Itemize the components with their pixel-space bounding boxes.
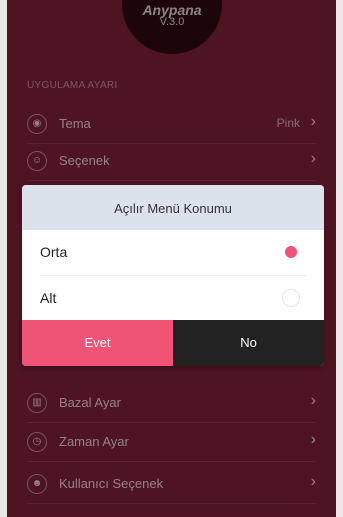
radio-unselected[interactable]	[282, 289, 300, 307]
settings-item-label: Bazal Ayar	[59, 395, 121, 410]
settings-item-secenek[interactable]: ☺ Seçenek ›	[27, 142, 316, 181]
option-label: Alt	[40, 290, 57, 306]
settings-item-label: Zaman Ayar	[59, 434, 129, 449]
settings-item-label: Kullanıcı Seçenek	[59, 476, 164, 491]
app-logo: Anypana V.3.0	[122, 0, 222, 54]
clock-icon: ◷	[27, 432, 47, 452]
eye-icon: ◉	[27, 114, 47, 134]
dialog-buttons: Evet No	[22, 320, 324, 366]
chevron-right-icon: ›	[310, 113, 316, 130]
settings-item-value: Pink	[276, 116, 300, 130]
settings-item-zaman-ayar[interactable]: ◷ Zaman Ayar ›	[27, 423, 316, 462]
menu-position-dialog: Açılır Menü Konumu Orta Alt Evet No	[22, 185, 324, 366]
section-label: UYGULAMA AYARI	[27, 80, 118, 91]
logo-text: Anypana	[142, 2, 202, 18]
settings-item-label: Tema	[59, 116, 91, 131]
settings-item-bazal-ayar[interactable]: ▥ Bazal Ayar ›	[27, 384, 316, 423]
chevron-right-icon: ›	[310, 392, 316, 409]
settings-item-tema[interactable]: ◉ Tema Pink ›	[27, 105, 316, 144]
chevron-right-icon: ›	[310, 473, 316, 490]
option-orta[interactable]: Orta	[40, 230, 306, 275]
app-version: V.3.0	[159, 16, 185, 28]
option-label: Orta	[40, 244, 68, 260]
settings-item-label: Seçenek	[59, 153, 110, 168]
chevron-right-icon: ›	[310, 431, 316, 448]
users-icon: ☺	[27, 151, 47, 171]
settings-item-kullanici-secenek[interactable]: ☻ Kullanıcı Seçenek ›	[27, 465, 316, 504]
chart-icon: ▥	[27, 393, 47, 413]
confirm-button[interactable]: Evet	[22, 320, 173, 366]
option-alt[interactable]: Alt	[40, 275, 306, 321]
radio-selected[interactable]	[282, 243, 300, 261]
user-icon: ☻	[27, 474, 47, 494]
cancel-button[interactable]: No	[173, 320, 324, 366]
chevron-right-icon: ›	[310, 150, 316, 167]
dialog-title: Açılır Menü Konumu	[22, 185, 324, 230]
